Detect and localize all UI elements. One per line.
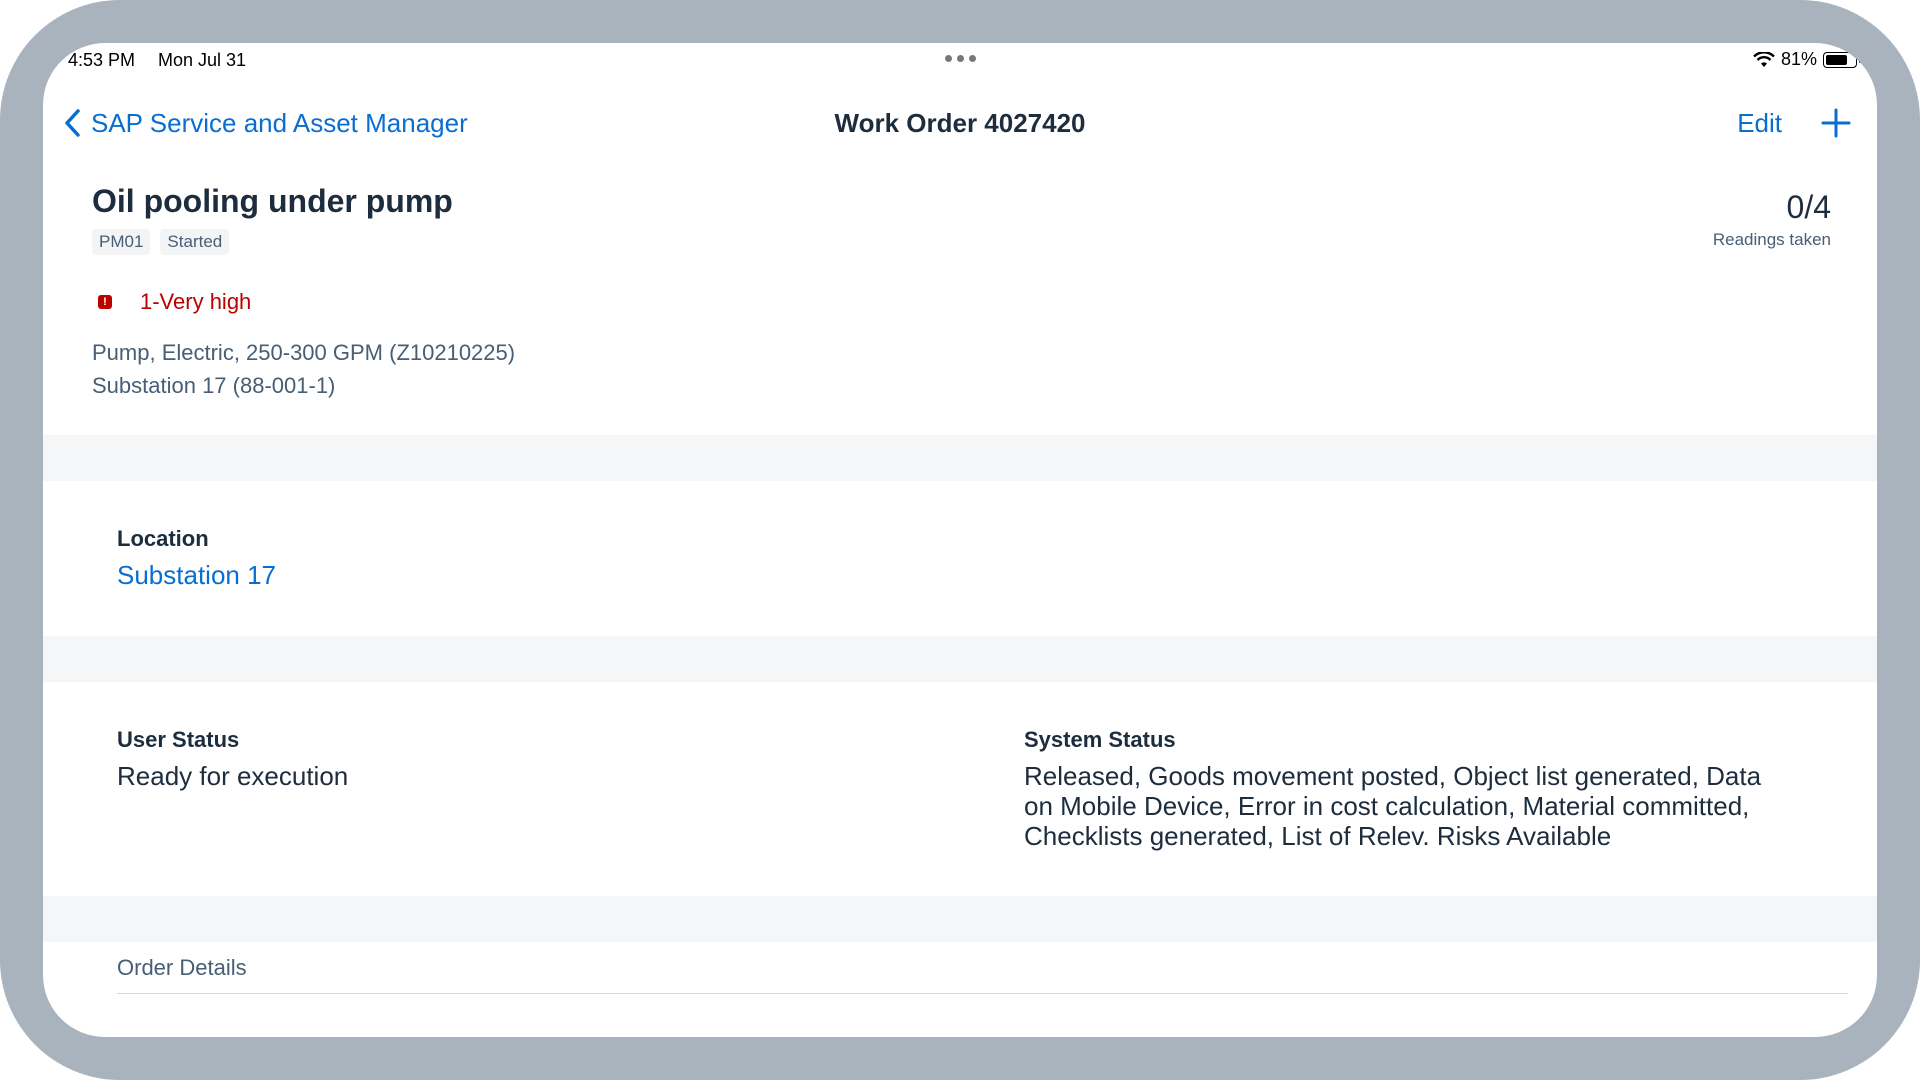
location-section: Location Substation 17 — [117, 526, 276, 591]
status-date: Mon Jul 31 — [158, 50, 247, 70]
status-indicators: 81% — [1753, 49, 1861, 70]
readings-value: 0/4 — [1786, 189, 1831, 225]
add-icon[interactable] — [1821, 108, 1851, 138]
battery-icon — [1823, 51, 1861, 68]
system-status-label: System Status — [1024, 727, 1176, 752]
edit-button[interactable]: Edit — [1737, 93, 1782, 153]
back-button[interactable]: SAP Service and Asset Manager — [63, 93, 468, 153]
system-status-value: Released, Goods movement posted, Object … — [1024, 761, 1762, 851]
work-order-title: Oil pooling under pump — [92, 183, 453, 219]
priority-label: 1-Very high — [140, 289, 252, 314]
order-details-section-header[interactable]: Order Details — [117, 955, 247, 981]
navigation-bar: SAP Service and Asset Manager Work Order… — [43, 93, 1877, 153]
app-screen: 4:53 PM Mon Jul 31 81% SAP Service and A… — [43, 43, 1877, 1037]
user-status-label: User Status — [117, 727, 240, 752]
chevron-left-icon — [65, 109, 80, 137]
status-bar: 4:53 PM Mon Jul 31 81% — [43, 43, 1877, 79]
divider-line — [117, 993, 1848, 994]
functional-location-name: Substation 17 (88-001-1) — [92, 373, 336, 398]
multitasking-dots-icon[interactable] — [945, 55, 976, 62]
section-divider — [43, 636, 1877, 682]
status-tag: Started — [160, 229, 230, 255]
battery-percent: 81% — [1780, 49, 1817, 69]
system-status-section: System Status Released, Goods movement p… — [1024, 727, 1784, 851]
equipment-info: Pump, Electric, 250-300 GPM (Z10210225) … — [92, 336, 515, 402]
wifi-icon — [1753, 51, 1775, 67]
section-divider — [43, 896, 1877, 942]
tag-list: PM01 Started — [92, 229, 230, 255]
user-status-value: Ready for execution — [117, 761, 349, 791]
priority-alert-icon: ! — [98, 295, 112, 309]
location-link[interactable]: Substation 17 — [117, 560, 276, 591]
priority: ! 1-Very high — [98, 289, 251, 315]
user-status-section: User Status Ready for execution — [117, 727, 348, 792]
order-type-tag: PM01 — [92, 229, 151, 255]
readings-kpi: 0/4 Readings taken — [1713, 189, 1831, 250]
back-label: SAP Service and Asset Manager — [91, 107, 468, 138]
location-label: Location — [117, 526, 209, 551]
status-time: 4:53 PM — [68, 50, 136, 70]
section-divider — [43, 435, 1877, 481]
equipment-name: Pump, Electric, 250-300 GPM (Z10210225) — [92, 340, 516, 365]
readings-label: Readings taken — [1712, 230, 1831, 249]
